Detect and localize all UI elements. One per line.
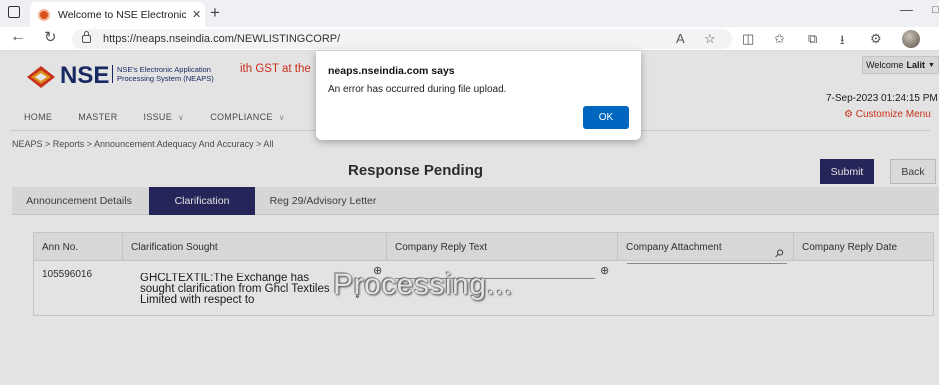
- close-tab-icon[interactable]: ✕: [192, 8, 201, 21]
- window-menu-icon[interactable]: [8, 6, 20, 18]
- browser-tab[interactable]: Welcome to NSE Electronic Appli ✕: [30, 2, 205, 27]
- nse-favicon-icon: [38, 8, 50, 21]
- back-arrow-icon[interactable]: ←: [10, 28, 26, 46]
- browser-tab-bar: Welcome to NSE Electronic Appli ✕ + — □: [0, 0, 939, 27]
- read-aloud-icon[interactable]: A: [676, 31, 685, 46]
- profile-avatar[interactable]: [902, 30, 920, 48]
- favorites-icon[interactable]: ✩: [774, 31, 785, 47]
- minimize-icon[interactable]: —: [900, 2, 913, 17]
- download-icon[interactable]: ⭳: [840, 31, 845, 53]
- split-screen-icon[interactable]: ◫: [742, 31, 754, 47]
- collections-icon[interactable]: ⧉: [808, 31, 817, 47]
- tab-title: Welcome to NSE Electronic Appli: [58, 8, 186, 21]
- maximize-icon[interactable]: □: [932, 4, 939, 16]
- dialog-message: An error has occurred during file upload…: [328, 84, 507, 95]
- new-tab-icon[interactable]: +: [210, 3, 220, 23]
- ok-button[interactable]: OK: [583, 106, 629, 129]
- dialog-title: neaps.nseindia.com says: [328, 65, 455, 77]
- url-text: https://neaps.nseindia.com/NEWLISTINGCOR…: [103, 33, 341, 45]
- extension-icon[interactable]: ⚙: [870, 31, 882, 47]
- alert-dialog: neaps.nseindia.com says An error has occ…: [316, 51, 641, 140]
- lock-icon: [82, 31, 91, 43]
- reload-icon[interactable]: ↻: [44, 28, 57, 46]
- address-bar: ← ↻ https://neaps.nseindia.com/NEWLISTIN…: [0, 27, 939, 51]
- favorite-star-icon[interactable]: ☆: [704, 31, 716, 47]
- url-field[interactable]: https://neaps.nseindia.com/NEWLISTINGCOR…: [72, 29, 732, 49]
